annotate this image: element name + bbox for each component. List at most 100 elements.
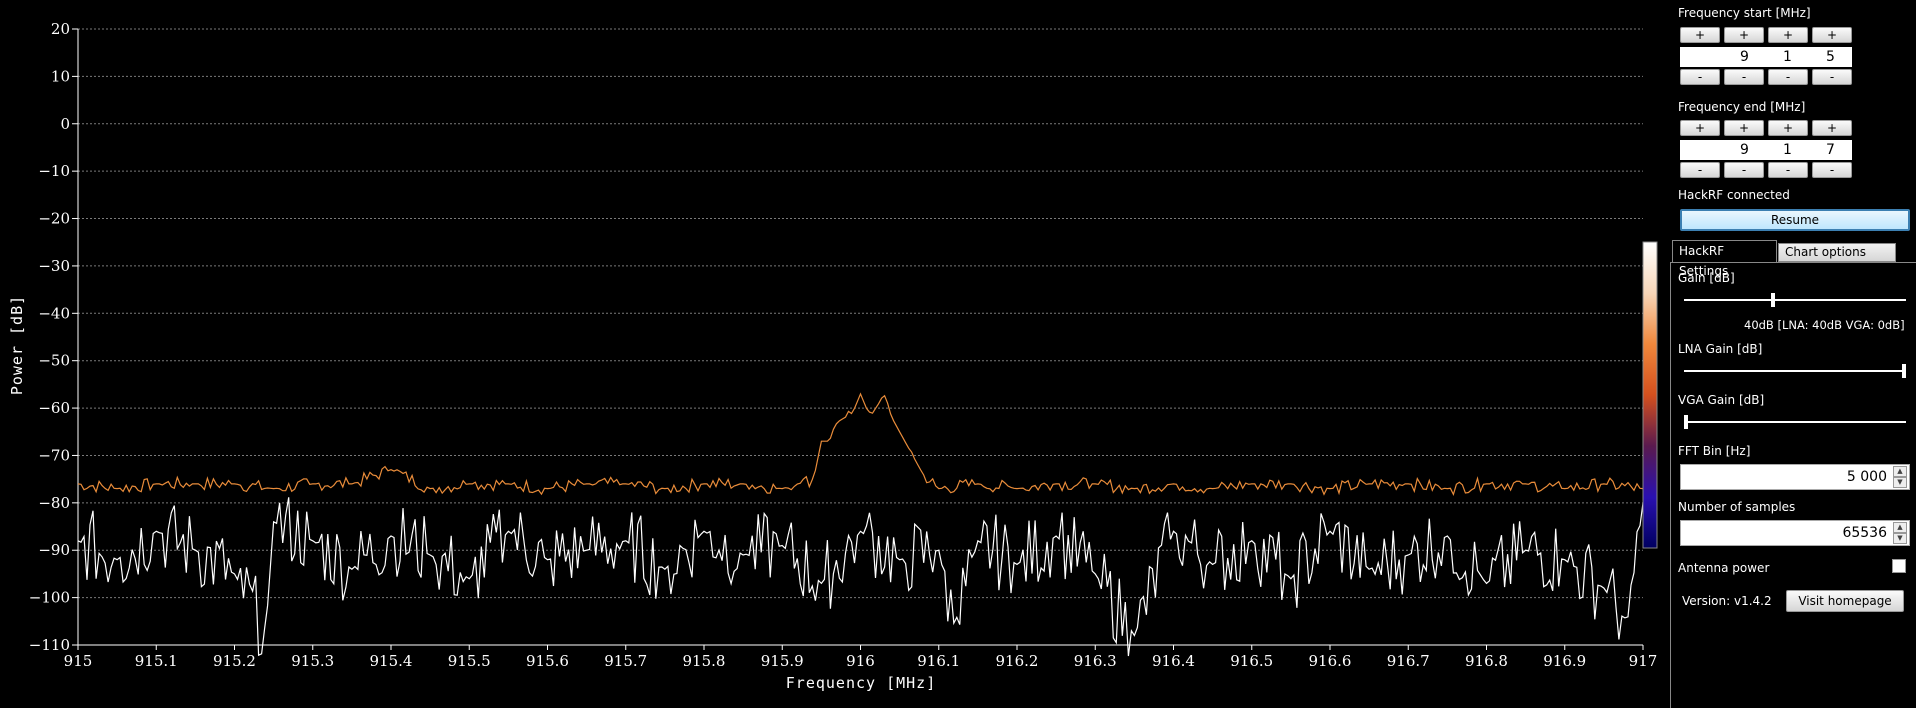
freq-end-plus-2[interactable]: + — [1724, 120, 1764, 136]
x-tick-label: 916.7 — [1387, 652, 1430, 670]
x-tick-label: 916.3 — [1074, 652, 1117, 670]
lna-gain-label: LNA Gain [dB] — [1678, 342, 1763, 356]
series-layer — [77, 392, 1644, 657]
grid-layer — [78, 28, 1643, 599]
antenna-power-label: Antenna power — [1678, 561, 1770, 575]
y-tick-label: −10 — [38, 162, 70, 180]
freq-start-minus-4[interactable]: - — [1812, 69, 1852, 85]
freq-start-digit-1 — [1680, 47, 1723, 67]
freq-end-digit-3: 1 — [1783, 142, 1792, 158]
freq-end-minus-4[interactable]: - — [1812, 162, 1852, 178]
samples-input[interactable]: 65536 ▲ ▼ — [1680, 520, 1910, 546]
resume-button[interactable]: Resume — [1680, 209, 1910, 231]
y-tick-label: −60 — [38, 399, 70, 417]
freq-start-plus-2[interactable]: + — [1724, 27, 1764, 43]
samples-up-icon[interactable]: ▲ — [1893, 522, 1907, 533]
freq-start-digit-3: 1 — [1783, 49, 1792, 65]
freq-end-label: Frequency end [MHz] — [1678, 100, 1806, 114]
peak-hold-line — [77, 392, 1644, 497]
freq-start-minus-3[interactable]: - — [1768, 69, 1808, 85]
y-tick-label: −40 — [38, 304, 70, 322]
x-tick-label: 915.1 — [135, 652, 178, 670]
x-tick-label: 915 — [64, 652, 93, 670]
fft-bin-label: FFT Bin [Hz] — [1678, 444, 1751, 458]
freq-end-minus-1[interactable]: - — [1680, 162, 1720, 178]
y-tick-label: −90 — [38, 541, 70, 559]
visit-homepage-button[interactable]: Visit homepage — [1786, 590, 1904, 612]
lna-gain-slider-thumb[interactable] — [1902, 364, 1906, 378]
samples-label: Number of samples — [1678, 500, 1796, 514]
y-tick-label: −20 — [38, 210, 70, 228]
antenna-power-checkbox[interactable] — [1892, 559, 1906, 573]
x-tick-label: 915.4 — [370, 652, 413, 670]
vga-gain-label: VGA Gain [dB] — [1678, 393, 1765, 407]
y-tick-layer: 20100−10−20−30−40−50−60−70−80−90−100−110 — [29, 20, 79, 654]
version-label: Version: v1.4.2 — [1682, 594, 1772, 608]
color-scale-bar — [1642, 241, 1658, 549]
gain-slider[interactable] — [1684, 293, 1906, 307]
x-tick-label: 916.6 — [1309, 652, 1352, 670]
x-tick-label: 916.5 — [1230, 652, 1273, 670]
freq-end-plus-1[interactable]: + — [1680, 120, 1720, 136]
samples-value: 65536 — [1842, 525, 1887, 541]
vga-gain-slider-thumb[interactable] — [1684, 415, 1688, 429]
fft-bin-value: 5 000 — [1846, 469, 1887, 485]
y-tick-label: 20 — [51, 20, 70, 38]
samples-down-icon[interactable]: ▼ — [1893, 533, 1907, 544]
freq-start-minus-row: - - - - — [1680, 69, 1852, 87]
x-tick-layer: 915 915.1 915.2 915.3 915.4 915.5 915.6 915.7 91… — [64, 644, 1658, 670]
x-tick-label: 916.8 — [1465, 652, 1508, 670]
fft-bin-up-icon[interactable]: ▲ — [1893, 466, 1907, 477]
freq-end-minus-3[interactable]: - — [1768, 162, 1808, 178]
x-tick-label: 915.6 — [526, 652, 569, 670]
freq-end-digit-1 — [1680, 140, 1723, 160]
freq-start-plus-row: + + + + — [1680, 27, 1852, 45]
freq-end-plus-4[interactable]: + — [1812, 120, 1852, 136]
lna-gain-slider[interactable] — [1684, 364, 1906, 378]
freq-end-digit-2: 9 — [1740, 142, 1749, 158]
x-tick-label: 915.2 — [213, 652, 256, 670]
freq-start-plus-4[interactable]: + — [1812, 27, 1852, 43]
tab-hackrf-settings[interactable]: HackRF Settings — [1672, 240, 1777, 278]
y-tick-label: −70 — [38, 446, 70, 464]
freq-end-digit-4: 7 — [1826, 142, 1835, 158]
y-axis-title: Power [dB] — [8, 295, 26, 395]
x-tick-label: 916.9 — [1543, 652, 1586, 670]
freq-end-plus-row: + + + + — [1680, 120, 1852, 138]
tab-chart-options[interactable]: Chart options — [1778, 243, 1896, 262]
freq-start-display: 9 1 5 — [1680, 47, 1852, 67]
freq-start-minus-1[interactable]: - — [1680, 69, 1720, 85]
y-tick-label: −30 — [38, 257, 70, 275]
freq-end-display: 9 1 7 — [1680, 140, 1852, 160]
y-tick-label: 10 — [51, 67, 70, 85]
x-tick-label: 917 — [1629, 652, 1658, 670]
freq-start-minus-2[interactable]: - — [1724, 69, 1764, 85]
fft-bin-down-icon[interactable]: ▼ — [1893, 477, 1907, 488]
live-spectrum-line — [77, 497, 1644, 657]
x-tick-label: 915.3 — [291, 652, 334, 670]
freq-end-minus-2[interactable]: - — [1724, 162, 1764, 178]
freq-start-plus-3[interactable]: + — [1768, 27, 1808, 43]
tab-page-border — [1670, 262, 1671, 708]
gain-slider-thumb[interactable] — [1771, 293, 1776, 307]
x-tick-label: 916.4 — [1152, 652, 1195, 670]
y-tick-label: 0 — [60, 115, 70, 133]
gain-label: Gain [dB] — [1678, 271, 1735, 285]
vga-gain-slider[interactable] — [1684, 415, 1906, 429]
chart-svg: 20100−10−20−30−40−50−60−70−80−90−100−110… — [8, 20, 1658, 692]
x-tick-label: 916.1 — [917, 652, 960, 670]
spectrum-chart: 20 10 0 −10 −20 −30 −40 −50 −60 −70 −80 −90 −100 −110… — [0, 0, 1670, 708]
settings-panel: Frequency start [MHz] + + + + 9 1 5 - - … — [1670, 0, 1916, 708]
x-tick-label: 915.9 — [761, 652, 804, 670]
freq-start-digit-4: 5 — [1826, 49, 1835, 65]
freq-start-plus-1[interactable]: + — [1680, 27, 1720, 43]
freq-end-plus-3[interactable]: + — [1768, 120, 1808, 136]
freq-start-label: Frequency start [MHz] — [1678, 6, 1811, 20]
freq-end-minus-row: - - - - — [1680, 162, 1852, 180]
x-tick-label: 915.7 — [604, 652, 647, 670]
gain-readout: 40dB [LNA: 40dB VGA: 0dB] — [1744, 318, 1905, 332]
fft-bin-input[interactable]: 5 000 ▲ ▼ — [1680, 464, 1910, 490]
x-tick-label: 915.5 — [448, 652, 491, 670]
connection-status: HackRF connected — [1678, 188, 1790, 202]
x-tick-label: 916 — [846, 652, 875, 670]
